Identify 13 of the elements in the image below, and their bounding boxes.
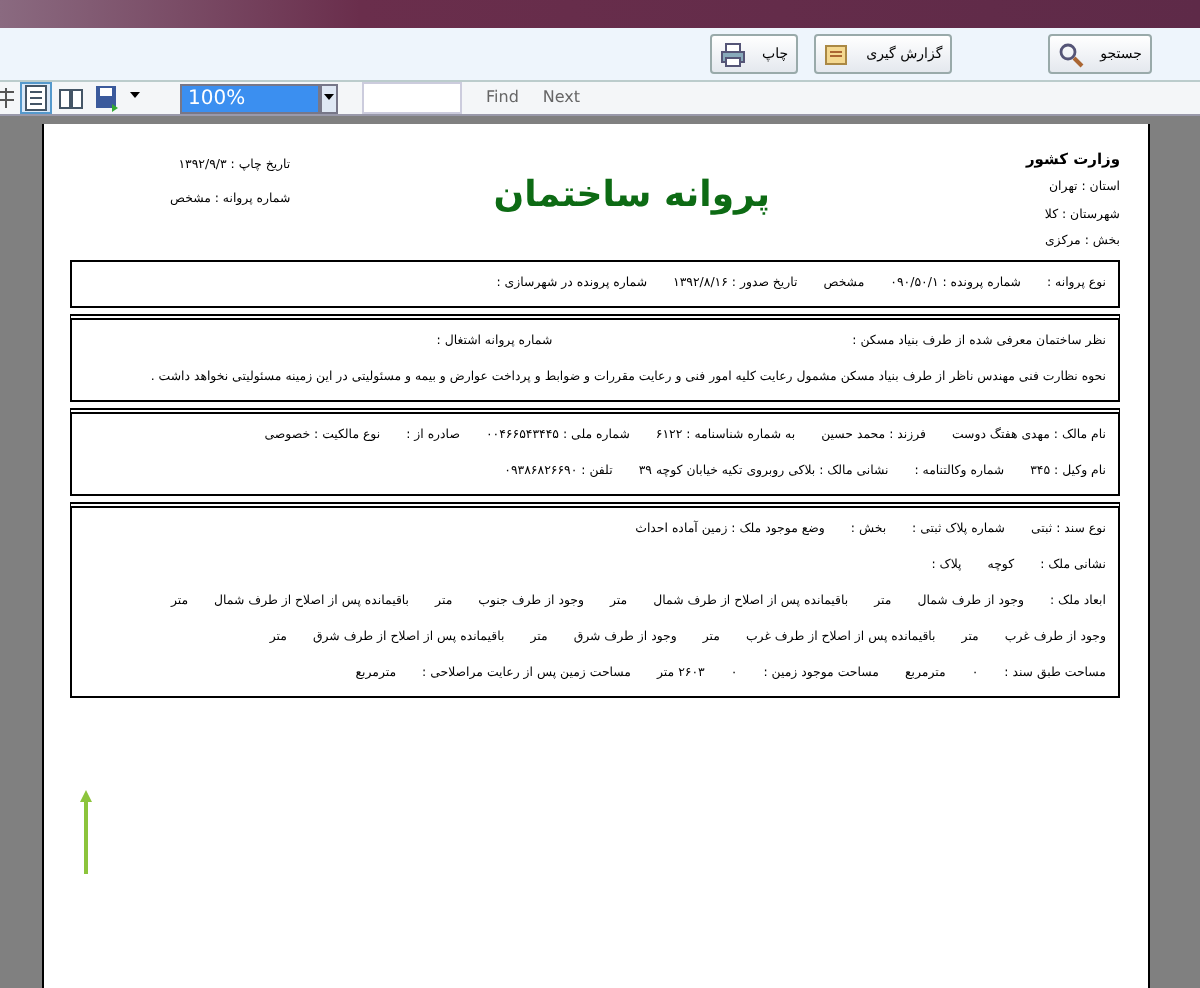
dropdown-button[interactable] — [320, 83, 338, 113]
page-layout-icon[interactable] — [22, 84, 50, 112]
search-icon — [1058, 41, 1085, 67]
next-link[interactable]: Next — [542, 86, 581, 110]
document-icon — [824, 41, 851, 67]
book-icon[interactable] — [58, 84, 86, 112]
arrow-icon — [80, 790, 92, 874]
caret-icon — [324, 94, 334, 102]
find-field[interactable] — [362, 82, 462, 114]
find-link[interactable]: Find — [486, 86, 519, 110]
printer-icon — [720, 41, 747, 67]
document-title: پروانه ساختمان — [493, 172, 770, 220]
save-icon[interactable] — [94, 84, 122, 112]
